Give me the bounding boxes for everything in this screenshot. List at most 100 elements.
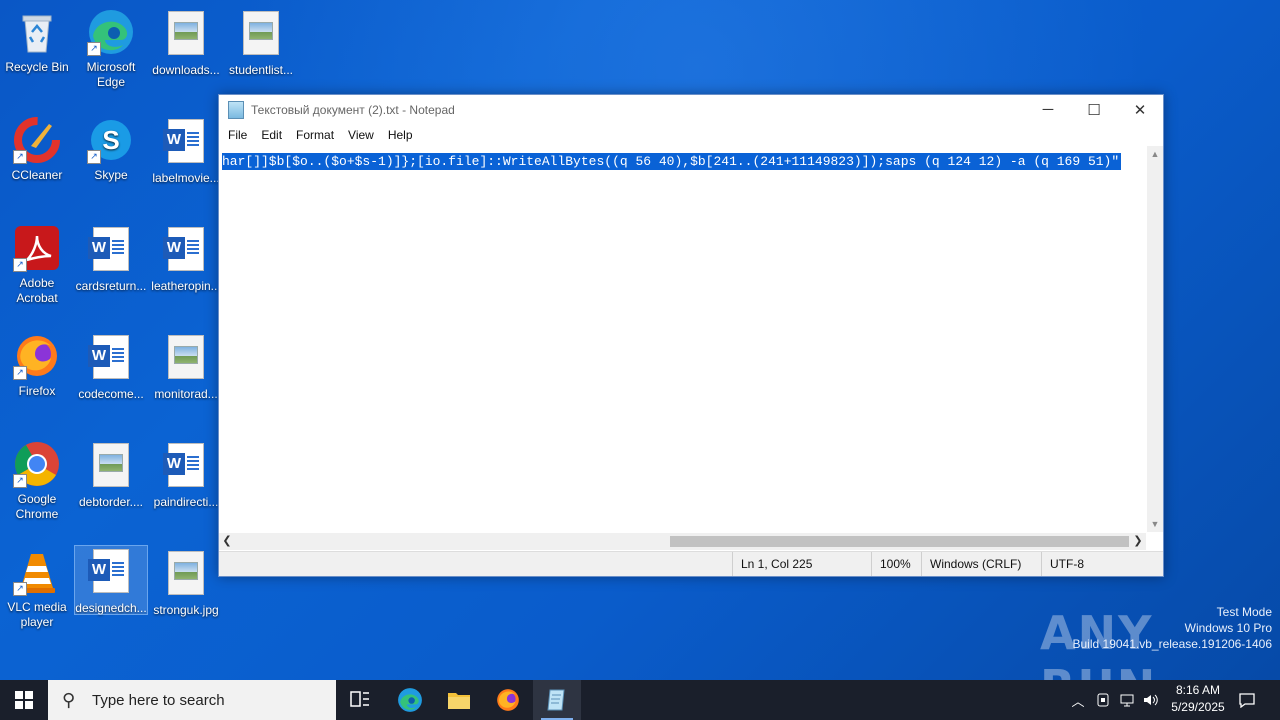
shortcut-arrow-icon: ↗ — [13, 582, 27, 596]
menu-format[interactable]: Format — [289, 128, 341, 142]
desktop-icon-codecome[interactable]: W codecome... — [75, 332, 147, 402]
icon-label: stronguk.jpg — [153, 603, 219, 617]
close-button[interactable]: ✕ — [1117, 95, 1163, 124]
desktop-icon-designedch[interactable]: W designedch... — [74, 545, 148, 615]
tray-network[interactable] — [1116, 680, 1138, 720]
icon-label: leatheropin... — [151, 279, 221, 293]
shortcut-arrow-icon: ↗ — [13, 258, 27, 272]
task-view-button[interactable] — [336, 680, 384, 720]
scroll-left-icon[interactable]: ❮ — [219, 533, 235, 550]
icon-label: debtorder.... — [78, 495, 144, 509]
icon-label: Adobe Acrobat — [16, 276, 58, 305]
desktop-icon-skype[interactable]: S ↗ Skype — [75, 116, 147, 183]
notepad-window[interactable]: Текстовый документ (2).txt - Notepad ─ ☐… — [218, 94, 1164, 577]
word-doc-icon: W — [162, 227, 210, 275]
scroll-right-icon[interactable]: ❯ — [1130, 533, 1146, 550]
edge-icon: ↗ — [87, 8, 135, 56]
taskbar-clock[interactable]: 8:16 AM 5/29/2025 — [1160, 682, 1236, 716]
status-zoom: 100% — [871, 552, 911, 576]
menu-help[interactable]: Help — [381, 128, 420, 142]
firefox-icon — [497, 689, 519, 711]
icon-label: cardsreturn... — [75, 279, 147, 293]
window-title: Текстовый документ (2).txt - Notepad — [251, 102, 455, 117]
scroll-up-icon[interactable]: ▲ — [1147, 146, 1163, 162]
horizontal-scrollbar[interactable]: ❮ ❯ — [219, 533, 1146, 550]
status-bar: Ln 1, Col 225 100% Windows (CRLF) UTF-8 — [219, 551, 1163, 576]
desktop-icon-paindirecti[interactable]: W paindirecti... — [150, 440, 222, 510]
vlc-icon: ↗ — [13, 548, 61, 596]
desktop-icon-studentlist[interactable]: studentlist... — [225, 8, 297, 78]
taskbar-firefox[interactable] — [484, 680, 532, 720]
scroll-thumb[interactable] — [670, 536, 1129, 547]
clock-time: 8:16 AM — [1175, 683, 1221, 697]
desktop-icon-stronguk[interactable]: stronguk.jpg — [150, 548, 222, 618]
word-doc-icon: W — [87, 227, 135, 275]
desktop-icon-edge[interactable]: ↗ Microsoft Edge — [75, 8, 147, 90]
icon-label: downloads... — [152, 63, 220, 77]
taskbar: ⚲ Type here to search ︿ 8:16 AM 5/29/202… — [0, 680, 1280, 720]
search-icon: ⚲ — [62, 689, 76, 710]
notification-icon — [1239, 693, 1255, 708]
firefox-icon: ↗ — [13, 332, 61, 380]
menu-bar: File Edit Format View Help — [219, 124, 1163, 146]
desktop-icon-vlc[interactable]: ↗ VLC media player — [1, 548, 73, 630]
acrobat-icon: ↗ — [13, 224, 61, 272]
test-mode-watermark: Test Mode Windows 10 Pro Build 19041.vb_… — [1073, 604, 1273, 652]
maximize-button[interactable]: ☐ — [1071, 95, 1117, 124]
desktop-icon-google-chrome[interactable]: ↗ Google Chrome — [1, 440, 73, 522]
taskbar-file-explorer[interactable] — [435, 680, 483, 720]
desktop-icon-ccleaner[interactable]: ↗ CCleaner — [1, 116, 73, 183]
device-icon — [1097, 693, 1109, 707]
taskbar-notepad[interactable] — [533, 680, 581, 720]
title-bar[interactable]: Текстовый документ (2).txt - Notepad ─ ☐… — [219, 95, 1163, 124]
desktop-icon-debtorder[interactable]: debtorder.... — [75, 440, 147, 510]
taskbar-search[interactable]: ⚲ Type here to search — [48, 680, 336, 720]
shortcut-arrow-icon: ↗ — [87, 42, 101, 56]
minimize-button[interactable]: ─ — [1025, 95, 1071, 124]
search-placeholder: Type here to search — [92, 691, 225, 709]
action-center-button[interactable] — [1236, 680, 1258, 720]
vertical-scrollbar[interactable]: ▲ ▼ — [1147, 146, 1163, 532]
desktop-icon-downloads[interactable]: downloads... — [150, 8, 222, 78]
scroll-down-icon[interactable]: ▼ — [1147, 516, 1163, 532]
clock-date: 5/29/2025 — [1171, 700, 1225, 714]
image-file-icon — [162, 11, 210, 59]
desktop-icon-labelmovie[interactable]: W labelmovie... — [150, 116, 222, 186]
icon-label: Microsoft Edge — [86, 60, 136, 89]
menu-edit[interactable]: Edit — [254, 128, 289, 142]
word-doc-icon: W — [162, 443, 210, 491]
image-file-icon — [87, 443, 135, 491]
text-editor[interactable]: har[]]$b[$o..($o+$s-1)]};[io.file]::Writ… — [219, 146, 1146, 532]
taskbar-edge[interactable] — [386, 680, 434, 720]
tray-volume[interactable] — [1140, 680, 1162, 720]
desktop-icon-adobe-acrobat[interactable]: ↗ Adobe Acrobat — [1, 224, 73, 306]
svg-text:S: S — [102, 125, 119, 155]
desktop-icon-cardsreturn[interactable]: W cardsreturn... — [75, 224, 147, 294]
task-view-icon — [350, 691, 369, 707]
desktop-icon-leatheropin[interactable]: W leatheropin... — [150, 224, 222, 294]
selected-text[interactable]: har[]]$b[$o..($o+$s-1)]};[io.file]::Writ… — [222, 153, 1122, 170]
watermark-line: Build 19041.vb_release.191206-1406 — [1072, 637, 1273, 651]
status-line-ending: Windows (CRLF) — [921, 552, 1021, 576]
desktop-icon-firefox[interactable]: ↗ Firefox — [1, 332, 73, 399]
desktop-icon-monitorad[interactable]: monitorad... — [150, 332, 222, 402]
icon-label: CCleaner — [11, 168, 63, 182]
chrome-icon: ↗ — [13, 440, 61, 488]
icon-label: labelmovie... — [152, 171, 220, 185]
tray-device[interactable] — [1092, 680, 1114, 720]
watermark-line: Test Mode — [1216, 605, 1272, 619]
menu-view[interactable]: View — [341, 128, 381, 142]
show-hidden-icons[interactable]: ︿ — [1068, 680, 1088, 720]
icon-label: studentlist... — [228, 63, 294, 77]
shortcut-arrow-icon: ↗ — [13, 366, 27, 380]
start-button[interactable] — [0, 680, 48, 720]
network-icon — [1120, 694, 1134, 707]
notepad-icon — [547, 689, 565, 711]
folder-icon — [448, 693, 470, 709]
icon-label: Skype — [94, 168, 128, 182]
windows-icon — [15, 691, 33, 709]
desktop-icon-recycle-bin[interactable]: Recycle Bin — [1, 8, 73, 75]
icon-label: VLC media player — [7, 600, 67, 629]
notepad-icon — [228, 100, 244, 119]
menu-file[interactable]: File — [221, 128, 254, 142]
